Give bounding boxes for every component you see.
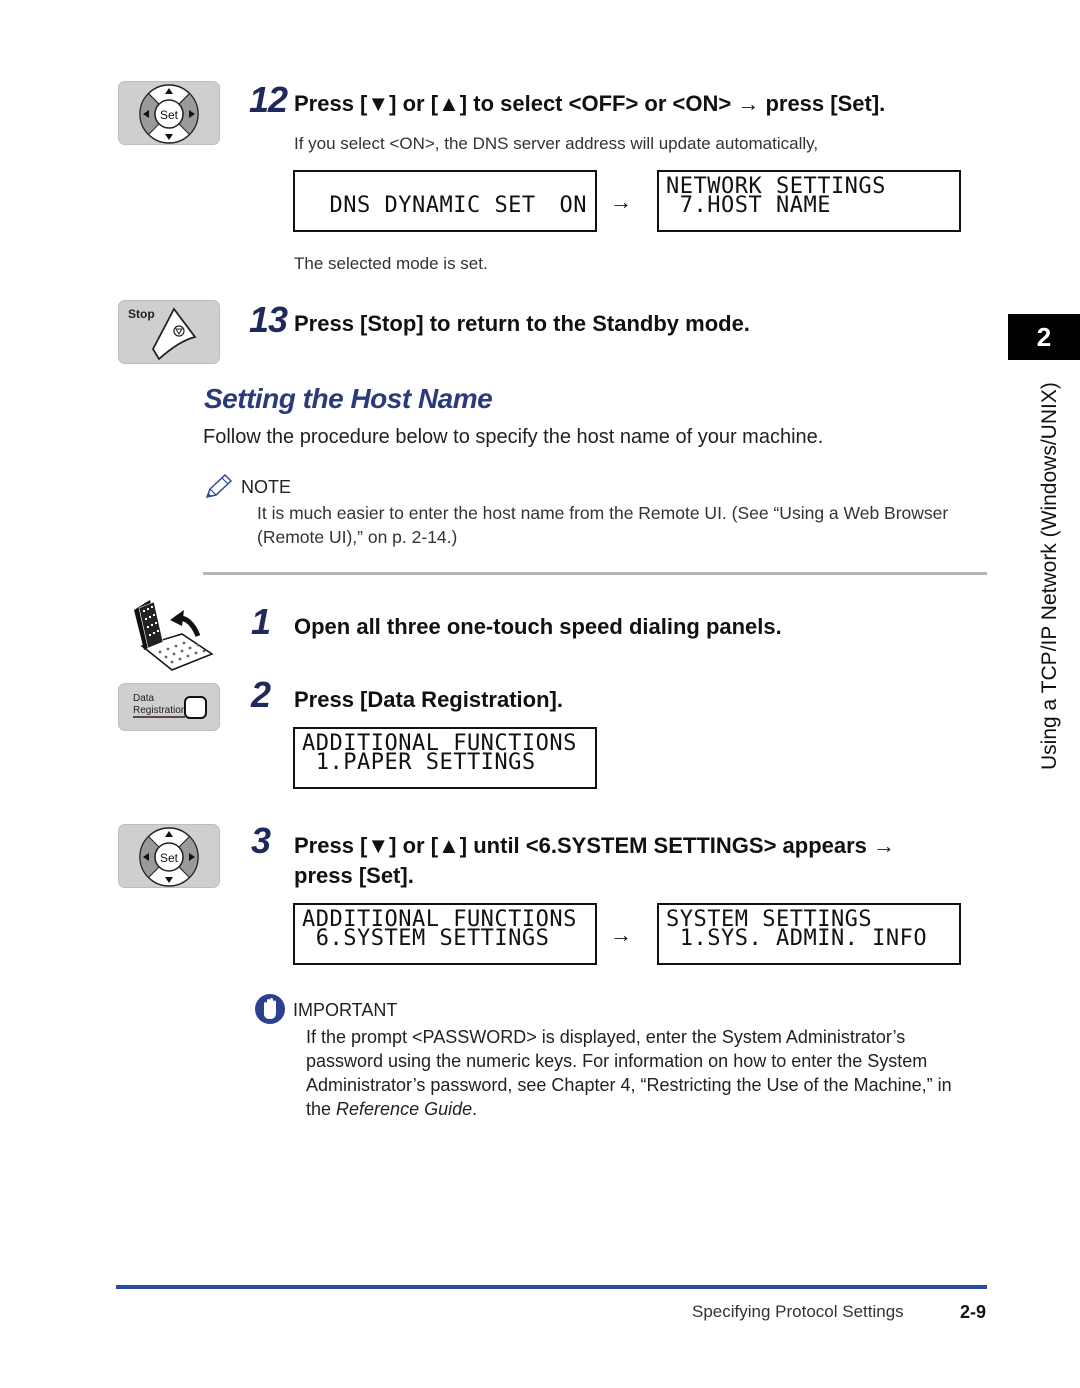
important-label: IMPORTANT [293,1000,398,1020]
reference-guide-title: Reference Guide [336,1099,473,1119]
stop-key-label: Stop [128,307,155,321]
text: the [306,1099,337,1119]
svg-text:Set: Set [160,108,179,122]
lcd-display: SYSTEM SETTINGS 1.SYS. ADMIN. INFO [657,903,961,965]
stop-key-icon: Stop [118,300,220,364]
section-divider [203,572,987,575]
step-number: 2 [251,674,271,715]
step-instruction: Press [Stop] to return to the Standby mo… [294,311,750,336]
footer-rule [116,1285,987,1289]
note-text: It is much easier to enter the host name… [257,503,949,523]
lcd-display: ADDITIONAL FUNCTIONS 1.PAPER SETTINGS [293,727,597,789]
key-label: Registration [133,705,186,716]
step-instruction: Press [Data Registration]. [294,687,563,712]
lcd-value: ON [559,193,587,218]
chapter-tab: 2 [1008,314,1080,360]
page-number: 2-9 [960,1302,987,1322]
hand-stop-icon [254,993,286,1025]
set-dpad-key-icon: Set [118,824,220,888]
lcd-display: DNS DYNAMIC SET ON [293,170,597,232]
important-text: the Reference Guide. [306,1097,477,1121]
important-text: Administrator’s password, see Chapter 4,… [306,1075,952,1095]
important-text: password using the numeric keys. For inf… [306,1051,928,1071]
important-text: If the prompt <PASSWORD> is displayed, e… [306,1027,906,1047]
section-title: Setting the Host Name [204,383,493,414]
step-number: 12 [249,79,288,120]
step-number: 3 [251,820,271,861]
step-instruction: Open all three one-touch speed dialing p… [294,614,782,639]
step-instruction-cont: press [Set]. [294,863,414,888]
text: . [472,1099,478,1119]
step-instruction: Press [▼] or [▲] until <6.SYSTEM SETTING… [294,833,896,858]
lcd-line-2: 1.SYS. ADMIN. INFO [666,926,928,951]
step-result: The selected mode is set. [294,254,488,273]
lcd-display: NETWORK SETTINGS 7.HOST NAME [657,170,961,232]
step-instruction: Press [▼] or [▲] to select <OFF> or <ON>… [294,91,886,116]
step-number: 1 [251,601,271,642]
arrow-icon: → [610,922,632,947]
lcd-line-1: DNS DYNAMIC SET [329,193,536,218]
one-touch-panel-icon [130,598,214,672]
arrow-icon: → [610,189,632,214]
lcd-display: ADDITIONAL FUNCTIONS 6.SYSTEM SETTINGS [293,903,597,965]
svg-text:Set: Set [160,851,179,865]
step-number: 13 [249,299,288,340]
note-label: NOTE [241,477,292,497]
note-text: (Remote UI),” on p. 2-14.) [257,527,458,547]
lcd-line-2: 7.HOST NAME [666,193,831,218]
step-note: If you select <ON>, the DNS server addre… [294,134,819,153]
key-label: Data [133,693,155,704]
chapter-side-label: Using a TCP/IP Network (Windows/UNIX) [1038,382,1061,770]
section-intro: Follow the procedure below to specify th… [203,426,824,448]
pencil-icon [203,473,233,501]
footer-section-title: Specifying Protocol Settings [692,1302,904,1321]
data-registration-key-icon: Data Registration [118,683,220,731]
set-dpad-key-icon: Set [118,81,220,145]
